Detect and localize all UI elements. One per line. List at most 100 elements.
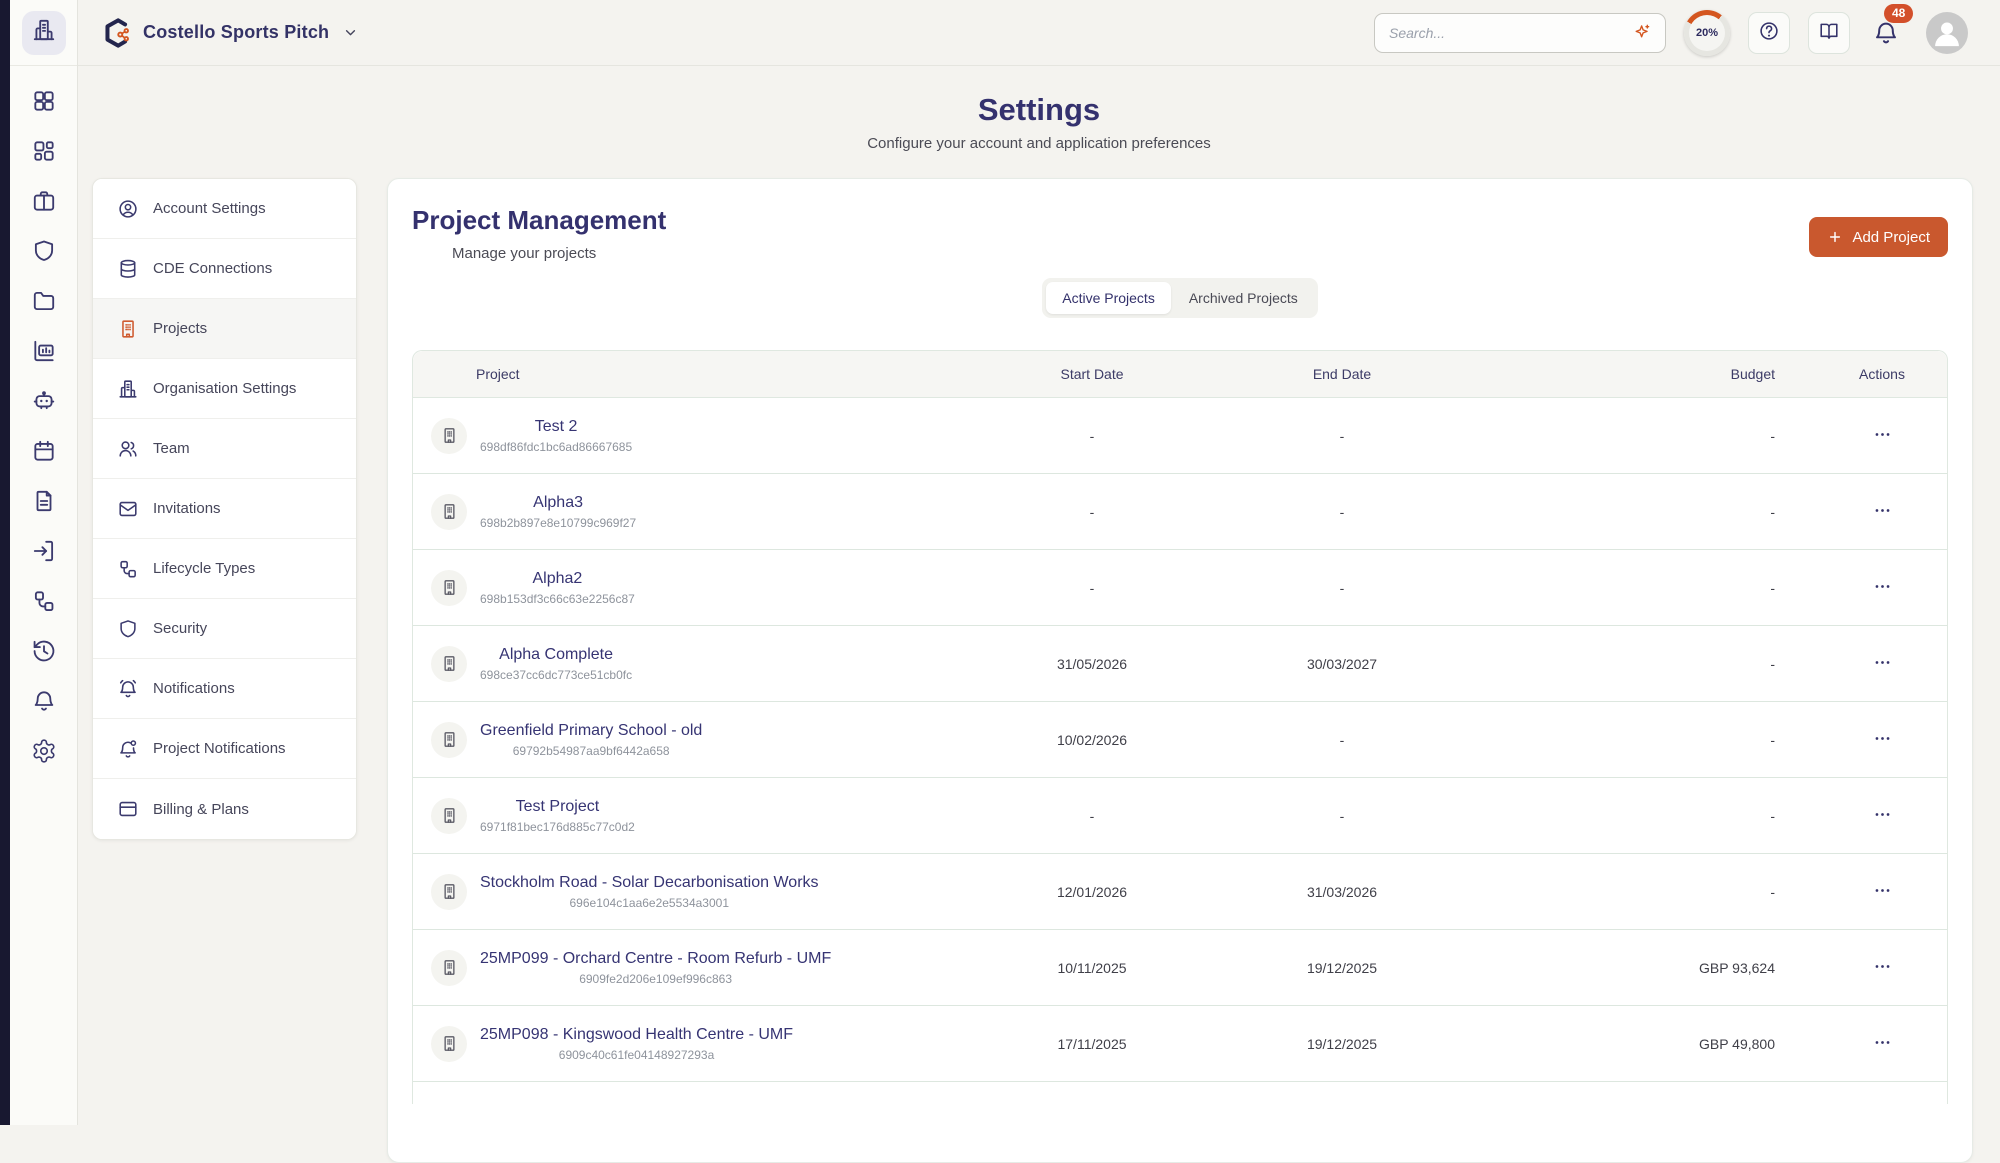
table-body: Test 2698df86fdc1bc6ad86667685---Alpha36… xyxy=(413,398,1947,1082)
rail-item-history[interactable] xyxy=(31,638,57,664)
project-cell: Alpha3698b2b897e8e10799c969f27 xyxy=(413,493,967,529)
help-button[interactable] xyxy=(1748,12,1790,54)
settings-nav-label: Lifecycle Types xyxy=(153,560,255,577)
building-icon xyxy=(431,646,467,682)
row-actions-button[interactable] xyxy=(1869,803,1895,829)
settings-nav-item-notifications[interactable]: Notifications xyxy=(93,659,356,719)
row-actions-button[interactable] xyxy=(1869,423,1895,449)
table-row[interactable]: Alpha Complete698ce37cc6dc773ce51cb0fc31… xyxy=(413,626,1947,702)
table-row[interactable]: Alpha3698b2b897e8e10799c969f27--- xyxy=(413,474,1947,550)
row-actions-button[interactable] xyxy=(1869,727,1895,753)
dashboard-alt-icon xyxy=(31,151,57,168)
building-icon xyxy=(431,1026,467,1062)
table-row[interactable]: 25MP098 - Kingswood Health Centre - UMF6… xyxy=(413,1006,1947,1082)
rail-item-organisation[interactable] xyxy=(22,11,66,55)
rail-item-dashboard-grid[interactable] xyxy=(31,88,57,114)
notifications-button[interactable]: 48 xyxy=(1872,19,1900,47)
search-input[interactable] xyxy=(1387,24,1632,42)
rail-item-shield[interactable] xyxy=(31,238,57,264)
mail-icon xyxy=(117,498,139,520)
docs-button[interactable] xyxy=(1808,12,1850,54)
usage-gauge-value: 20% xyxy=(1689,15,1725,51)
row-actions-button[interactable] xyxy=(1869,575,1895,601)
settings-nav-label: Project Notifications xyxy=(153,740,286,757)
actions-cell xyxy=(1817,727,1947,753)
ai-sparkle-icon[interactable] xyxy=(1632,22,1653,43)
table-row[interactable]: Test 2698df86fdc1bc6ad86667685--- xyxy=(413,398,1947,474)
rail-item-document[interactable] xyxy=(31,488,57,514)
settings-nav-item-invitations[interactable]: Invitations xyxy=(93,479,356,539)
rail-item-gear[interactable] xyxy=(31,738,57,764)
table-row[interactable]: 25MP099 - Orchard Centre - Room Refurb -… xyxy=(413,930,1947,1006)
notification-badge: 48 xyxy=(1884,4,1913,23)
project-cell: Test Project6971f81bec176d885c77c0d2 xyxy=(413,797,967,833)
tab-archived-projects[interactable]: Archived Projects xyxy=(1173,282,1314,314)
table-row-partial[interactable] xyxy=(413,1082,1947,1104)
end-date-cell: - xyxy=(1217,732,1467,748)
row-actions-button[interactable] xyxy=(1869,879,1895,905)
ellipsis-icon xyxy=(1873,805,1892,827)
help-icon xyxy=(1758,20,1780,45)
main-area: Costello Sports Pitch 20% xyxy=(78,0,2000,1125)
rail-item-lifecycle[interactable] xyxy=(31,588,57,614)
settings-nav-item-project-notifications[interactable]: Project Notifications xyxy=(93,719,356,779)
settings-nav-item-team[interactable]: Team xyxy=(93,419,356,479)
row-actions-button[interactable] xyxy=(1869,1031,1895,1057)
avatar[interactable] xyxy=(1926,12,1968,54)
end-date-cell: - xyxy=(1217,580,1467,596)
content: Account SettingsCDE ConnectionsProjectsO… xyxy=(78,152,2000,1125)
table-row[interactable]: Alpha2698b153df3c66c63e2256c87--- xyxy=(413,550,1947,626)
table-row[interactable]: Greenfield Primary School - old69792b549… xyxy=(413,702,1947,778)
settings-nav-item-projects[interactable]: Projects xyxy=(93,299,356,359)
settings-nav-item-account-settings[interactable]: Account Settings xyxy=(93,179,356,239)
rail-item-report[interactable] xyxy=(31,338,57,364)
project-text: Test 2698df86fdc1bc6ad86667685 xyxy=(480,417,632,453)
rail-item-bot[interactable] xyxy=(31,388,57,414)
rail-item-import[interactable] xyxy=(31,538,57,564)
rail-item-bell[interactable] xyxy=(31,688,57,714)
building-icon xyxy=(431,570,467,606)
project-id: 698ce37cc6dc773ce51cb0fc xyxy=(480,668,632,682)
table-row[interactable]: Test Project6971f81bec176d885c77c0d2--- xyxy=(413,778,1947,854)
settings-nav-item-lifecycle-types[interactable]: Lifecycle Types xyxy=(93,539,356,599)
start-date-cell: 12/01/2026 xyxy=(967,884,1217,900)
settings-nav-item-cde-connections[interactable]: CDE Connections xyxy=(93,239,356,299)
settings-nav-item-organisation-settings[interactable]: Organisation Settings xyxy=(93,359,356,419)
end-date-cell: - xyxy=(1217,808,1467,824)
row-actions-button[interactable] xyxy=(1869,955,1895,981)
usage-gauge[interactable]: 20% xyxy=(1684,10,1730,56)
rail-item-briefcase[interactable] xyxy=(31,188,57,214)
rail-item-dashboard-alt[interactable] xyxy=(31,138,57,164)
project-name: Alpha3 xyxy=(480,493,636,512)
app-logo-icon xyxy=(100,17,132,49)
project-name: Test 2 xyxy=(480,417,632,436)
page-head: Settings Configure your account and appl… xyxy=(78,92,2000,152)
chevron-down-icon xyxy=(342,24,359,41)
tabs-wrap: Active ProjectsArchived Projects xyxy=(412,278,1948,318)
actions-cell xyxy=(1817,499,1947,525)
building-icon xyxy=(431,798,467,834)
project-id: 6909fe2d206e109ef996c863 xyxy=(480,972,831,986)
column-header-project: Project xyxy=(413,366,967,382)
end-date-cell: - xyxy=(1217,504,1467,520)
row-actions-button[interactable] xyxy=(1869,499,1895,525)
settings-nav-item-billing-plans[interactable]: Billing & Plans xyxy=(93,779,356,839)
project-id: 6909c40c61fe04148927293a xyxy=(480,1048,793,1062)
project-id: 6971f81bec176d885c77c0d2 xyxy=(480,820,635,834)
start-date-cell: 17/11/2025 xyxy=(967,1036,1217,1052)
search-box xyxy=(1374,13,1666,53)
settings-nav-item-security[interactable]: Security xyxy=(93,599,356,659)
org-switcher[interactable]: Costello Sports Pitch xyxy=(100,17,359,49)
panel-subtitle: Manage your projects xyxy=(452,245,1948,262)
lifecycle-icon xyxy=(31,601,57,618)
project-management-panel: Project Management Manage your projects … xyxy=(387,178,1973,1163)
budget-cell: - xyxy=(1467,732,1817,748)
tab-active-projects[interactable]: Active Projects xyxy=(1046,282,1171,314)
start-date-cell: - xyxy=(967,580,1217,596)
add-project-button[interactable]: Add Project xyxy=(1809,217,1948,257)
budget-cell: - xyxy=(1467,428,1817,444)
rail-item-calendar[interactable] xyxy=(31,438,57,464)
rail-item-folder[interactable] xyxy=(31,288,57,314)
row-actions-button[interactable] xyxy=(1869,651,1895,677)
table-row[interactable]: Stockholm Road - Solar Decarbonisation W… xyxy=(413,854,1947,930)
